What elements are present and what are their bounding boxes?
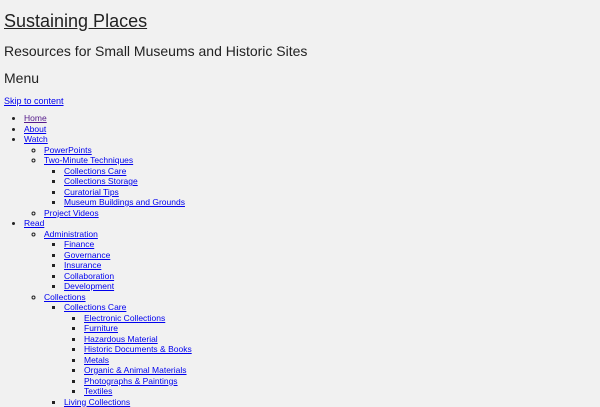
menu-link-organic-animal[interactable]: Organic & Animal Materials [84,365,187,375]
menu-item-collections: Collections Collections Care Electronic … [44,292,596,407]
menu-item-development: Development [64,281,596,292]
menu-link-photographs-paintings[interactable]: Photographs & Paintings [84,376,178,386]
menu-item-electronic-collections: Electronic Collections [84,313,596,324]
menu-link-metals[interactable]: Metals [84,355,109,365]
menu-link-furniture[interactable]: Furniture [84,323,118,333]
menu-link-collaboration[interactable]: Collaboration [64,271,114,281]
menu-link-collections-care[interactable]: Collections Care [64,302,126,312]
submenu-collections: Collections Care Electronic Collections … [44,302,596,407]
menu-link-development[interactable]: Development [64,281,114,291]
menu-link-about[interactable]: About [24,124,46,134]
menu-link-collections-care-video[interactable]: Collections Care [64,166,126,176]
menu-link-insurance[interactable]: Insurance [64,260,101,270]
menu-link-finance[interactable]: Finance [64,239,94,249]
menu-link-governance[interactable]: Governance [64,250,110,260]
submenu-administration: Finance Governance Insurance Collaborati… [44,239,596,292]
menu-item-photographs-paintings: Photographs & Paintings [84,376,596,387]
menu-item-administration: Administration Finance Governance Insura… [44,229,596,292]
menu-link-living-collections[interactable]: Living Collections [64,397,130,407]
menu-item-textiles: Textiles [84,386,596,397]
submenu-collections-care: Electronic Collections Furniture Hazardo… [64,313,596,397]
menu-link-two-minute-techniques[interactable]: Two-Minute Techniques [44,155,133,165]
menu-link-electronic-collections[interactable]: Electronic Collections [84,313,165,323]
page: Sustaining Places Resources for Small Mu… [0,0,600,407]
menu-link-collections-storage[interactable]: Collections Storage [64,176,138,186]
menu-item-collaboration: Collaboration [64,271,596,282]
menu-item-museum-buildings: Museum Buildings and Grounds [64,197,596,208]
menu-link-powerpoints[interactable]: PowerPoints [44,145,92,155]
menu-item-living-collections: Living Collections [64,397,596,407]
menu-item-organic-animal: Organic & Animal Materials [84,365,596,376]
menu-link-museum-buildings[interactable]: Museum Buildings and Grounds [64,197,185,207]
menu-link-watch[interactable]: Watch [24,134,48,144]
menu-link-project-videos[interactable]: Project Videos [44,208,99,218]
menu-link-textiles[interactable]: Textiles [84,386,112,396]
main-menu: Home About Watch PowerPoints Two-Minute … [4,113,596,407]
menu-link-historic-documents[interactable]: Historic Documents & Books [84,344,192,354]
menu-item-curatorial-tips: Curatorial Tips [64,187,596,198]
menu-item-two-minute-techniques: Two-Minute Techniques Collections Care C… [44,155,596,208]
site-description: Resources for Small Museums and Historic… [4,32,596,61]
menu-link-curatorial-tips[interactable]: Curatorial Tips [64,187,119,197]
site-title-link[interactable]: Sustaining Places [4,11,147,31]
submenu-watch: PowerPoints Two-Minute Techniques Collec… [24,145,596,219]
menu-item-collections-care-video: Collections Care [64,166,596,177]
menu-item-watch: Watch PowerPoints Two-Minute Techniques … [24,134,596,218]
menu-link-hazardous-material[interactable]: Hazardous Material [84,334,158,344]
menu-item-collections-care: Collections Care Electronic Collections … [64,302,596,397]
menu-item-read: Read Administration Finance Governance I… [24,218,596,407]
menu-item-hazardous-material: Hazardous Material [84,334,596,345]
submenu-two-minute-techniques: Collections Care Collections Storage Cur… [44,166,596,208]
menu-item-metals: Metals [84,355,596,366]
menu-item-governance: Governance [64,250,596,261]
menu-link-administration[interactable]: Administration [44,229,98,239]
menu-link-home[interactable]: Home [24,113,47,123]
menu-item-finance: Finance [64,239,596,250]
menu-item-powerpoints: PowerPoints [44,145,596,156]
menu-item-collections-storage: Collections Storage [64,176,596,187]
menu-toggle[interactable]: Menu [4,61,596,88]
menu-link-read[interactable]: Read [24,218,44,228]
menu-item-home: Home [24,113,596,124]
submenu-read: Administration Finance Governance Insura… [24,229,596,407]
skip-to-content-link[interactable]: Skip to content [4,95,596,107]
menu-item-project-videos: Project Videos [44,208,596,219]
menu-item-historic-documents: Historic Documents & Books [84,344,596,355]
menu-item-insurance: Insurance [64,260,596,271]
menu-item-furniture: Furniture [84,323,596,334]
menu-item-about: About [24,124,596,135]
site-title: Sustaining Places [4,0,596,32]
menu-link-collections[interactable]: Collections [44,292,86,302]
